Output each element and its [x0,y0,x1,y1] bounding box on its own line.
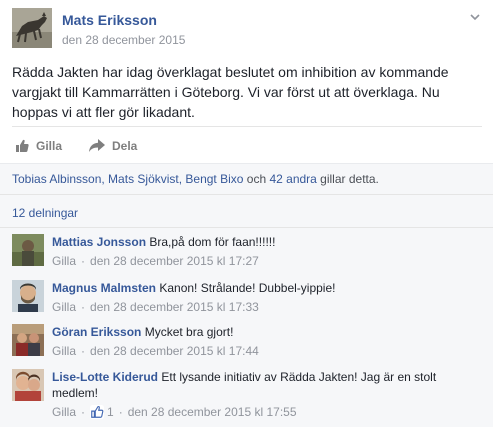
likes-suffix: gillar detta. [316,172,379,186]
like-button[interactable]: Gilla [14,137,62,155]
divider [0,194,493,195]
separator-dot: · [81,405,86,419]
comment-meta: Gilla · 1 · den 28 december 2015 kl 17:5… [52,404,482,420]
likes-connector: och [243,172,270,186]
comment-like-button[interactable]: Gilla [52,343,76,359]
post-text: Rädda Jakten har idag överklagat beslute… [12,64,449,120]
commenter-avatar[interactable] [12,324,44,356]
post-header: Mats Eriksson den 28 december 2015 [12,8,482,52]
feedback-section: Tobias Albinsson, Mats Sjökvist, Bengt B… [0,163,493,427]
comment-body: Mattias Jonsson Bra,på dom för faan!!!!!… [52,234,482,269]
comment-meta: Gilla · den 28 december 2015 kl 17:44 [52,343,482,359]
separator-dot: · [81,300,86,314]
comment-text: Kanon! Strålande! Dubbel-yippie! [159,281,336,295]
action-bar: Gilla Dela [12,126,482,162]
post-card: Mats Eriksson den 28 december 2015 Rädda… [0,0,493,427]
likers-others[interactable]: 42 andra [269,172,316,186]
author-avatar[interactable] [12,8,52,48]
separator-dot: · [81,254,86,268]
share-label: Dela [112,139,138,153]
likes-summary: Tobias Albinsson, Mats Sjökvist, Bengt B… [12,172,482,186]
thumbs-up-icon [90,405,105,419]
separator-dot: · [81,344,86,358]
comment-meta: Gilla · den 28 december 2015 kl 17:33 [52,299,482,315]
comment-timestamp[interactable]: den 28 december 2015 kl 17:55 [128,404,297,420]
commenter-name[interactable]: Magnus Malmsten [52,281,156,295]
comment-like-button[interactable]: Gilla [52,253,76,269]
comment-timestamp[interactable]: den 28 december 2015 kl 17:27 [90,253,259,269]
comment-like-button[interactable]: Gilla [52,404,76,420]
comment-timestamp[interactable]: den 28 december 2015 kl 17:33 [90,299,259,315]
post-date[interactable]: den 28 december 2015 [62,33,185,47]
like-count: 1 [107,405,114,419]
thumbs-up-icon [16,139,29,152]
commenter-avatar[interactable] [12,369,44,401]
commenter-avatar[interactable] [12,234,44,266]
comment-body: Göran Eriksson Mycket bra gjort! Gilla ·… [52,324,482,359]
comment-timestamp[interactable]: den 28 december 2015 kl 17:44 [90,343,259,359]
divider [0,227,493,228]
commenter-name[interactable]: Göran Eriksson [52,325,141,339]
comment-text: Mycket bra gjort! [144,325,234,339]
likers-names[interactable]: Tobias Albinsson, Mats Sjökvist, Bengt B… [12,172,243,186]
like-label: Gilla [36,139,63,153]
comment-body: Lise-Lotte Kiderud Ett lysande initiativ… [52,369,482,420]
commenter-name[interactable]: Lise-Lotte Kiderud [52,370,158,384]
commenter-avatar[interactable] [12,280,44,312]
chevron-down-icon[interactable] [468,10,482,24]
author-name[interactable]: Mats Eriksson [62,12,157,28]
comment-meta: Gilla · den 28 december 2015 kl 17:27 [52,253,482,269]
separator-dot: · [118,405,123,419]
comment-text: Bra,på dom för faan!!!!!! [149,235,276,249]
share-arrow-icon [89,139,105,152]
comment-body: Magnus Malmsten Kanon! Strålande! Dubbel… [52,280,482,315]
shares-count[interactable]: 12 delningar [12,206,78,220]
share-button[interactable]: Dela [88,137,137,155]
comment-like-count[interactable]: 1 [90,404,114,420]
comment-like-button[interactable]: Gilla [52,299,76,315]
commenter-name[interactable]: Mattias Jonsson [52,235,146,249]
